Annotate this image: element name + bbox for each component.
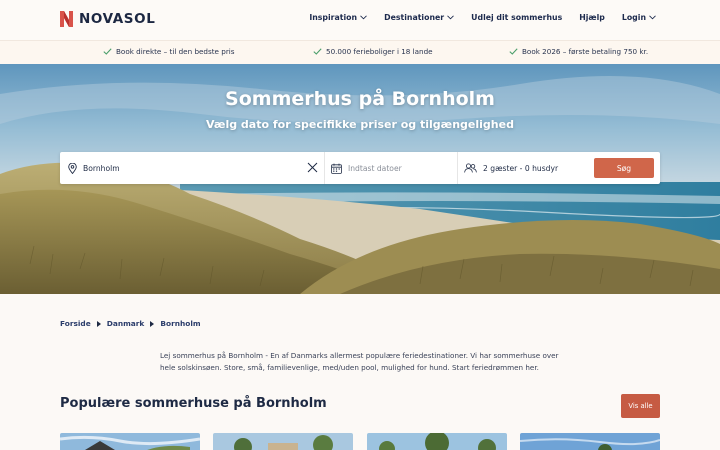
usp-text: Book 2026 – første betaling 750 kr. <box>522 47 649 56</box>
chevron-down-icon <box>447 15 454 20</box>
nav-label: Destinationer <box>384 13 445 22</box>
search-button[interactable]: Søg <box>594 158 654 178</box>
breadcrumb-bornholm[interactable]: Bornholm <box>160 319 200 328</box>
intro-text: Lej sommerhus på Bornholm - En af Danmar… <box>160 351 559 372</box>
nav-label: Hjælp <box>579 13 605 22</box>
usp-item: 50.000 ferieboliger i 18 lande <box>313 47 433 56</box>
guests-field[interactable]: 2 gæster - 0 husdyr <box>458 152 594 184</box>
nav-inspiration[interactable]: Inspiration <box>309 13 367 22</box>
show-all-button[interactable]: Vis alle <box>621 394 660 418</box>
nav-udlej[interactable]: Udlej dit sommerhus <box>471 13 562 22</box>
date-placeholder: Indtast datoer <box>348 163 402 173</box>
usp-item: Book direkte – til den bedste pris <box>103 47 235 56</box>
calendar-icon <box>331 163 342 174</box>
logo[interactable]: NOVASOL <box>59 10 155 28</box>
destination-value: Bornholm <box>83 163 120 173</box>
destination-field[interactable]: Bornholm <box>60 152 325 184</box>
checkmark-icon <box>509 48 518 55</box>
breadcrumb-arrow-icon <box>96 320 101 327</box>
property-image <box>60 433 200 450</box>
map-pin-icon <box>68 162 77 174</box>
popular-section-title: Populære sommerhuse på Bornholm <box>60 396 327 411</box>
nav-label: Udlej dit sommerhus <box>471 13 563 22</box>
property-image <box>520 433 660 450</box>
date-field[interactable]: Indtast datoer <box>325 152 458 184</box>
breadcrumb: Forside Danmark Bornholm <box>60 319 201 328</box>
checkmark-icon <box>313 48 322 55</box>
chevron-down-icon <box>649 15 656 20</box>
property-card[interactable] <box>520 433 660 450</box>
usp-text: 50.000 ferieboliger i 18 lande <box>326 47 433 56</box>
hero-banner: Sommerhus på Bornholm Vælg dato for spec… <box>0 64 720 294</box>
nav-label: Inspiration <box>309 13 358 22</box>
nav-hjaelp[interactable]: Hjælp <box>579 13 605 22</box>
main-nav: Inspiration Destinationer Udlej dit somm… <box>292 13 656 22</box>
property-card[interactable] <box>60 433 200 450</box>
property-cards <box>60 433 660 450</box>
property-card[interactable] <box>367 433 507 450</box>
property-card[interactable] <box>213 433 353 450</box>
site-header: NOVASOL Inspiration Destinationer Udlej … <box>0 0 720 40</box>
close-icon[interactable] <box>307 162 318 173</box>
breadcrumb-arrow-icon <box>150 320 155 327</box>
property-image <box>367 433 507 450</box>
nav-label: Login <box>621 13 646 22</box>
hero-subtitle: Vælg dato for specifikke priser og tilgæ… <box>206 118 514 131</box>
people-icon <box>464 163 477 173</box>
hero-title: Sommerhus på Bornholm <box>225 88 495 110</box>
novasol-logo-icon <box>60 11 73 27</box>
guests-value: 2 gæster - 0 husdyr <box>483 163 559 173</box>
usp-item: Book 2026 – første betaling 750 kr. <box>509 47 648 56</box>
usp-bar: Book direkte – til den bedste pris 50.00… <box>0 40 720 64</box>
breadcrumb-danmark[interactable]: Danmark <box>107 319 145 328</box>
logo-text: NOVASOL <box>79 11 156 27</box>
chevron-down-icon <box>360 15 367 20</box>
nav-login[interactable]: Login <box>622 13 656 22</box>
usp-text: Book direkte – til den bedste pris <box>116 47 235 56</box>
property-image <box>213 433 353 450</box>
nav-destinationer[interactable]: Destinationer <box>384 13 454 22</box>
breadcrumb-forside[interactable]: Forside <box>60 319 91 328</box>
checkmark-icon <box>103 48 112 55</box>
search-bar: Bornholm Indtast datoer 2 gæster - 0 hus… <box>60 152 660 184</box>
